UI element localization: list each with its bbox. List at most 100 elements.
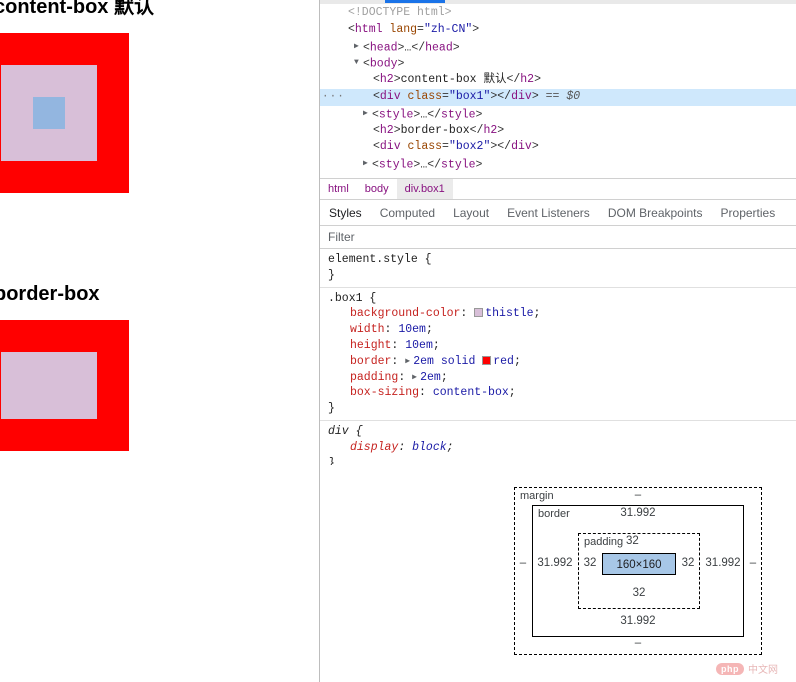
breadcrumb-item-div-box1[interactable]: div.box1 — [396, 179, 453, 199]
expand-triangle-icon[interactable]: ▶ — [363, 156, 372, 173]
punct: > — [393, 123, 401, 137]
value-border[interactable]: 2em solid — [413, 355, 482, 368]
value-padding[interactable]: 2em — [420, 371, 441, 384]
property-border[interactable]: border — [350, 355, 391, 368]
eq: = — [442, 89, 449, 103]
box-model-pane: margin – – – – border 31.992 31.992 31.9… — [320, 465, 796, 682]
dom-tree[interactable]: <!DOCTYPE html> <html lang="zh-CN"> ▶ <he… — [320, 5, 796, 177]
page-heading-content-box: content-box 默认 — [0, 0, 154, 18]
padding-left-value[interactable]: 32 — [580, 557, 600, 569]
dom-row-doctype[interactable]: <!DOCTYPE html> — [320, 5, 796, 22]
declaration-display[interactable]: display: block; — [328, 440, 796, 456]
tag-name-h2-close: h2 — [483, 123, 498, 137]
color-swatch-thistle[interactable] — [474, 308, 484, 318]
tab-computed[interactable]: Computed — [371, 200, 444, 227]
box-model-content-box[interactable]: 160×160 — [602, 553, 676, 575]
property-box-sizing[interactable]: box-sizing — [350, 386, 419, 399]
declaration-width[interactable]: width: 10em; — [328, 322, 796, 338]
padding-right-value[interactable]: 32 — [678, 557, 698, 569]
declaration-padding[interactable]: padding: ▶ 2em; — [328, 370, 796, 386]
collapse-triangle-icon[interactable]: ▼ — [354, 55, 363, 72]
attr-name-class: class — [407, 140, 443, 154]
box-model-diagram: margin – – – – border 31.992 31.992 31.9… — [514, 487, 762, 655]
dom-row-h2-content[interactable]: <h2>content-box 默认</h2> — [320, 72, 796, 89]
dom-row-style-1[interactable]: ▶ <style>…</style> — [320, 106, 796, 123]
h2-text-border: border-box — [400, 123, 470, 137]
value-width[interactable]: 10em — [398, 323, 426, 336]
declaration-box-sizing[interactable]: box-sizing: content-box; — [328, 385, 796, 401]
h2-text-content: content-box 默认 — [400, 73, 507, 87]
property-background-color[interactable]: background-color — [350, 307, 460, 320]
breadcrumb-item-body[interactable]: body — [357, 179, 397, 199]
color-swatch-red[interactable] — [482, 355, 492, 365]
tab-dom-breakpoints[interactable]: DOM Breakpoints — [599, 200, 712, 227]
border-bottom-value[interactable]: 31.992 — [532, 615, 744, 627]
box1-content-highlight — [33, 97, 65, 129]
dom-row-html[interactable]: <html lang="zh-CN"> — [320, 22, 796, 39]
page-heading-border-box: border-box — [0, 283, 100, 305]
style-rule-element-style[interactable]: element.style { } — [320, 249, 796, 288]
property-height[interactable]: height — [350, 339, 391, 352]
selector-div[interactable]: div — [328, 425, 349, 438]
value-box-sizing[interactable]: content-box — [433, 386, 509, 399]
dom-row-style-2[interactable]: ▶ <style>…</style> — [320, 156, 796, 173]
property-padding[interactable]: padding — [350, 371, 398, 384]
punct: < — [363, 41, 370, 55]
expand-triangle-icon[interactable]: ▶ — [363, 106, 372, 123]
declaration-border[interactable]: border: ▶ 2em solid red; — [328, 354, 796, 370]
margin-top-value[interactable]: – — [514, 489, 762, 501]
tab-layout[interactable]: Layout — [444, 200, 498, 227]
margin-bottom-value[interactable]: – — [514, 637, 762, 649]
margin-right-value[interactable]: – — [746, 557, 760, 569]
tab-event-listeners[interactable]: Event Listeners — [498, 200, 599, 227]
styles-panel-tabs: Styles Computed Layout Event Listeners DOM B… — [320, 199, 796, 229]
dom-row-head[interactable]: ▶ <head>…</head> — [320, 39, 796, 56]
selector-element-style[interactable]: element.style — [328, 253, 418, 266]
style-rule-box1[interactable]: .box1 { background-color: thistle; width… — [320, 288, 796, 421]
dom-row-div-box2[interactable]: <div class="box2"></div> — [320, 139, 796, 156]
punct: > — [534, 73, 541, 87]
tab-properties[interactable]: Properties — [712, 200, 785, 227]
breadcrumb-item-html[interactable]: html — [320, 179, 357, 199]
punct: < — [363, 57, 370, 71]
dom-row-body[interactable]: ▼ <body> — [320, 55, 796, 72]
value-display[interactable]: block — [412, 441, 447, 454]
property-width[interactable]: width — [350, 323, 385, 336]
dom-row-h2-border[interactable]: <h2>border-box</h2> — [320, 123, 796, 140]
semicolon: ; — [425, 323, 433, 337]
brace-close: } — [328, 268, 335, 282]
value-border-color[interactable]: red — [493, 355, 514, 368]
border-top-value[interactable]: 31.992 — [532, 507, 744, 519]
dom-row-div-box1-selected[interactable]: ··· <div class="box1"></div> == $0 — [320, 88, 796, 106]
punct: >…</ — [413, 108, 442, 122]
punct: </ — [506, 73, 521, 87]
expand-shorthand-icon[interactable]: ▶ — [412, 370, 420, 386]
punct: < — [373, 123, 380, 137]
devtools-tabstrip — [320, 0, 796, 4]
punct: > — [397, 57, 405, 71]
expand-triangle-icon[interactable]: ▶ — [354, 39, 363, 56]
value-thistle[interactable]: thistle — [485, 307, 533, 320]
box1-element[interactable] — [0, 33, 129, 193]
declaration-height[interactable]: height: 10em; — [328, 338, 796, 354]
declaration-background-color[interactable]: background-color: thistle; — [328, 306, 796, 322]
tag-name-html: html — [354, 22, 383, 36]
row-more-icon[interactable]: ··· — [322, 89, 344, 106]
filter-input[interactable] — [320, 226, 620, 247]
value-height[interactable]: 10em — [405, 339, 433, 352]
selector-box1[interactable]: .box1 — [328, 292, 363, 305]
padding-top-value[interactable]: 32 — [578, 535, 700, 547]
tag-name-h2: h2 — [379, 73, 394, 87]
tab-styles[interactable]: Styles — [320, 200, 371, 229]
box2-element[interactable] — [0, 320, 129, 451]
margin-left-value[interactable]: – — [516, 557, 530, 569]
border-left-value[interactable]: 31.992 — [534, 557, 576, 569]
border-right-value[interactable]: 31.992 — [702, 557, 744, 569]
punct: < — [372, 158, 379, 172]
property-display[interactable]: display — [350, 441, 398, 454]
tag-name-body: body — [369, 57, 398, 71]
punct: < — [373, 73, 380, 87]
attr-name-lang: lang — [389, 22, 418, 36]
padding-bottom-value[interactable]: 32 — [578, 587, 700, 599]
tag-name-style: style — [378, 108, 414, 122]
